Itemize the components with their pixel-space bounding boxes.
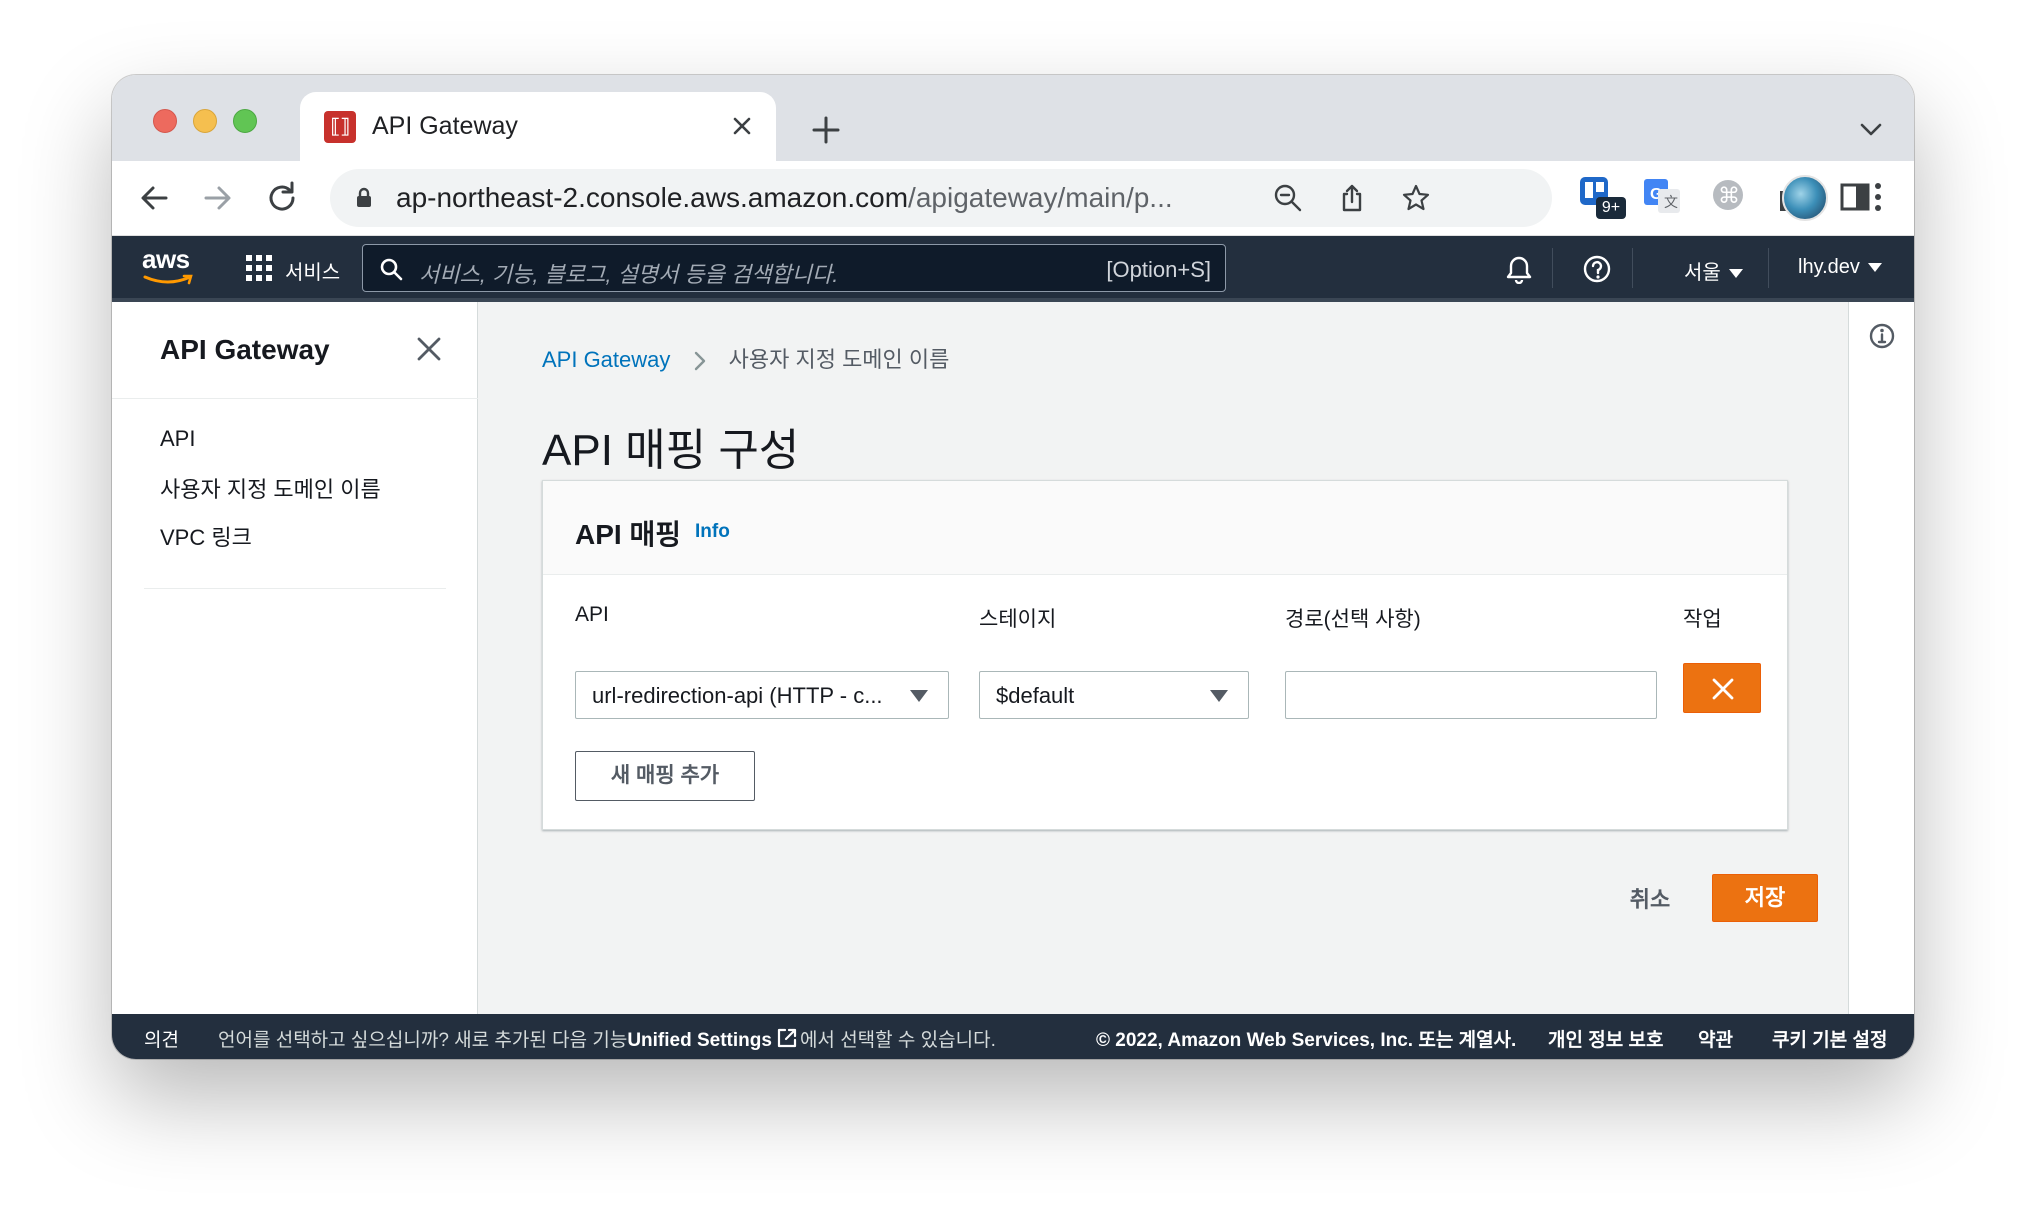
svg-text:文: 文: [1664, 195, 1678, 211]
column-label-stage: 스테이지: [979, 608, 1057, 631]
api-select[interactable]: url-redirection-api (HTTP - c...: [575, 671, 949, 719]
divider: [144, 588, 446, 589]
terms-link[interactable]: 약관: [1698, 1025, 1733, 1052]
tab-close-icon[interactable]: [724, 108, 760, 144]
help-icon[interactable]: [1582, 254, 1612, 284]
maximize-window-button[interactable]: [233, 109, 257, 133]
region-selector[interactable]: 서울: [1684, 256, 1743, 285]
search-shortcut-hint: [Option+S]: [1106, 257, 1211, 282]
aws-top-nav: aws 서비스 서비스, 기능, 블로그, 설명서 등을 검색합니다. [Opt…: [112, 236, 1914, 302]
api-mappings-container: API 매핑 Info API 스테이지 경로(선택 사항) 작업 url-re…: [542, 480, 1788, 830]
forward-icon[interactable]: [198, 178, 238, 218]
tab-title: API Gateway: [372, 112, 518, 140]
console-footer: 의견 언어를 선택하고 싶으십니까? 새로 추가된 다음 기능Unified S…: [112, 1014, 1914, 1059]
sidebar-item-custom-domain-names[interactable]: 사용자 지정 도메인 이름: [160, 472, 381, 504]
aws-search-input[interactable]: 서비스, 기능, 블로그, 설명서 등을 검색합니다. [Option+S]: [362, 244, 1226, 292]
aws-logo[interactable]: aws: [142, 244, 196, 288]
column-label-action: 작업: [1683, 608, 1722, 631]
sidebar-item-api[interactable]: API: [160, 426, 195, 452]
feedback-link[interactable]: 의견: [144, 1025, 179, 1052]
console-content: API Gateway API 사용자 지정 도메인 이름 VPC 링크 API…: [112, 302, 1914, 1014]
services-menu-label[interactable]: 서비스: [285, 256, 340, 285]
side-navigation: API Gateway API 사용자 지정 도메인 이름 VPC 링크: [112, 302, 478, 1014]
cookie-preferences-link[interactable]: 쿠키 기본 설정: [1772, 1025, 1887, 1052]
caret-down-icon: [1867, 263, 1882, 273]
breadcrumb-current: 사용자 지정 도메인 이름: [728, 347, 950, 372]
dropdown-arrow-icon: [1210, 690, 1228, 702]
shortcut-extension-icon[interactable]: ⌘: [1708, 175, 1752, 219]
caret-down-icon: [1728, 269, 1743, 279]
api-gateway-favicon-icon: ⟦⟧: [324, 111, 356, 143]
new-tab-icon[interactable]: [806, 110, 846, 150]
stage-select[interactable]: $default: [979, 671, 1249, 719]
cancel-button[interactable]: 취소: [1600, 876, 1700, 924]
nav-separator: [1768, 248, 1769, 288]
sidebar-title[interactable]: API Gateway: [160, 334, 330, 366]
back-icon[interactable]: [134, 178, 174, 218]
language-notice: 언어를 선택하고 싶으십니까? 새로 추가된 다음 기능Unified Sett…: [218, 1025, 996, 1052]
reload-icon[interactable]: [262, 178, 302, 218]
close-window-button[interactable]: [153, 109, 177, 133]
zoom-out-icon[interactable]: [1272, 182, 1304, 214]
column-label-api: API: [575, 603, 609, 626]
share-icon[interactable]: [1336, 182, 1368, 214]
add-mapping-button[interactable]: 새 매핑 추가: [575, 751, 755, 801]
account-menu[interactable]: lhy.dev: [1798, 256, 1882, 279]
api-select-value: url-redirection-api (HTTP - c...: [592, 683, 883, 708]
copyright-text: © 2022, Amazon Web Services, Inc. 또는 계열사…: [1096, 1030, 1517, 1051]
dropdown-arrow-icon: [910, 690, 928, 702]
svg-text:⌘: ⌘: [1718, 184, 1740, 209]
browser-tab[interactable]: ⟦⟧ API Gateway: [300, 92, 776, 161]
account-label: lhy.dev: [1798, 256, 1860, 278]
region-label: 서울: [1684, 262, 1721, 284]
language-notice-prefix: 언어를 선택하고 싶으십니까? 새로 추가된 다음 기능: [218, 1030, 628, 1051]
panel-title: API 매핑: [575, 519, 681, 550]
url-path: /apigateway/main/p...: [908, 182, 1173, 213]
language-notice-suffix: 에서 선택할 수 있습니다.: [799, 1030, 996, 1051]
browser-toolbar: ap-northeast-2.console.aws.amazon.com/ap…: [112, 161, 1914, 236]
privacy-link[interactable]: 개인 정보 보호: [1548, 1025, 1663, 1052]
unified-settings-link[interactable]: Unified Settings: [627, 1030, 772, 1051]
close-icon[interactable]: [414, 334, 444, 364]
url-host: ap-northeast-2.console.aws.amazon.com: [396, 182, 909, 213]
tab-strip: ⟦⟧ API Gateway: [112, 75, 1914, 161]
browser-window: ⟦⟧ API Gateway ap-northeast-2.console.aw…: [112, 75, 1914, 1059]
trello-extension-icon[interactable]: 9+: [1576, 175, 1626, 219]
minimize-window-button[interactable]: [193, 109, 217, 133]
address-bar[interactable]: ap-northeast-2.console.aws.amazon.com/ap…: [330, 169, 1552, 227]
notifications-bell-icon[interactable]: [1504, 254, 1534, 284]
close-icon: [1712, 678, 1734, 700]
nav-separator: [1632, 248, 1633, 288]
path-input[interactable]: [1285, 671, 1657, 719]
divider: [112, 398, 478, 399]
search-placeholder: 서비스, 기능, 블로그, 설명서 등을 검색합니다.: [419, 262, 839, 287]
breadcrumb: API Gateway 사용자 지정 도메인 이름: [542, 342, 949, 374]
tab-search-chevron-icon[interactable]: [1856, 117, 1886, 141]
column-label-path: 경로(선택 사항): [1285, 608, 1421, 631]
lock-icon[interactable]: [352, 186, 376, 210]
stage-select-value: $default: [996, 683, 1075, 708]
tools-panel: [1848, 302, 1914, 1014]
profile-avatar[interactable]: [1782, 175, 1828, 221]
sidebar-item-vpc-links[interactable]: VPC 링크: [160, 520, 252, 552]
nav-separator: [1552, 248, 1553, 288]
google-translate-icon[interactable]: G 文: [1642, 175, 1686, 219]
panel-header: API 매핑 Info: [543, 481, 1787, 575]
search-icon: [380, 258, 403, 281]
extension-badge: 9+: [1596, 197, 1626, 219]
info-link[interactable]: Info: [695, 521, 730, 543]
menu-kebab-icon[interactable]: [1856, 175, 1900, 219]
url-text: ap-northeast-2.console.aws.amazon.com/ap…: [396, 182, 1256, 214]
aws-smile-icon: [143, 274, 193, 285]
page-title: API 매핑 구성: [542, 426, 800, 475]
remove-mapping-button[interactable]: [1683, 663, 1761, 713]
info-icon[interactable]: [1868, 322, 1896, 350]
bookmark-star-icon[interactable]: [1400, 182, 1432, 214]
chevron-right-icon: [694, 351, 705, 371]
breadcrumb-link-api-gateway[interactable]: API Gateway: [542, 347, 670, 372]
save-button[interactable]: 저장: [1712, 874, 1818, 922]
services-grid-icon[interactable]: [245, 254, 273, 282]
external-link-icon: [777, 1028, 797, 1048]
